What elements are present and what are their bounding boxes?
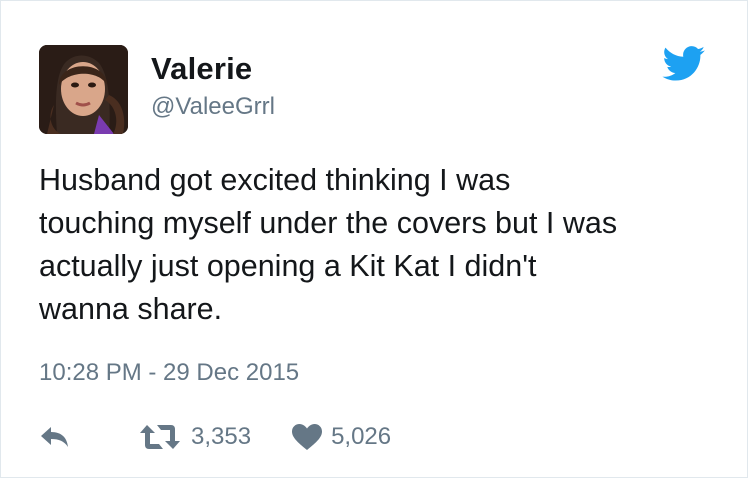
avatar[interactable] [39,45,128,134]
reply-icon [39,425,71,449]
retweet-icon [139,423,191,451]
username-handle[interactable]: @ValeeGrrl [151,93,275,121]
like-count: 5,026 [331,423,392,450]
tweet-actions: 3,353 5,026 [39,419,391,455]
heart-icon [291,423,331,451]
avatar-photo [39,45,128,134]
reply-button[interactable] [39,422,79,452]
retweet-button[interactable]: 3,353 [139,423,251,451]
display-name[interactable]: Valerie [151,51,252,87]
tweet-timestamp[interactable]: 10:28 PM - 29 Dec 2015 [39,359,299,387]
tweet-text: Husband got excited thinking I was touch… [39,163,618,326]
twitter-bird-icon[interactable] [662,46,706,82]
tweet-card: Valerie @ValeeGrrl Husband got excited t… [0,0,748,478]
retweet-count: 3,353 [191,423,252,450]
like-button[interactable]: 5,026 [291,423,391,451]
